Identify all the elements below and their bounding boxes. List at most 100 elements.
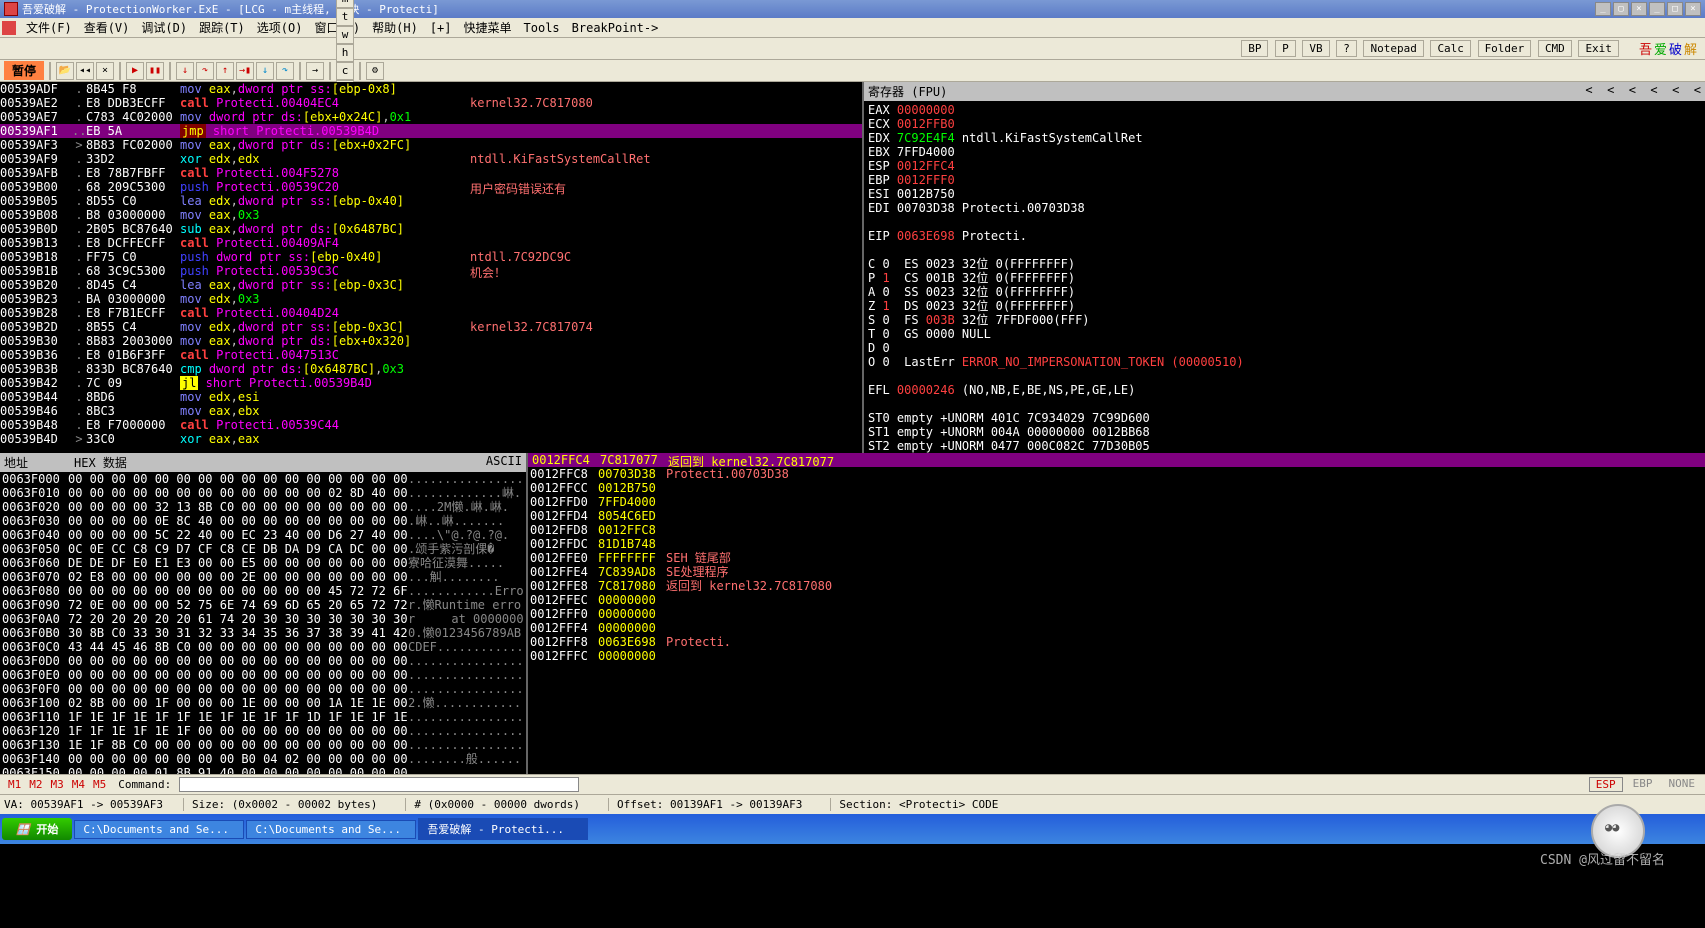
pause-icon[interactable]: ▮▮ bbox=[146, 62, 164, 80]
disasm-row[interactable]: 00539AF1..EB 5Ajmp short Protecti.00539B… bbox=[0, 124, 862, 138]
taskbar-item-1[interactable]: C:\Documents and Se... bbox=[74, 820, 244, 839]
dump-row[interactable]: 0063F14000 00 00 00 00 00 00 00 B0 04 02… bbox=[2, 752, 524, 766]
stack-row[interactable]: 0012FFE87C817080返回到 kernel32.7C817080 bbox=[530, 579, 1703, 593]
toolbar-button[interactable]: ? bbox=[1336, 40, 1357, 57]
dump-row[interactable]: 0063F0D000 00 00 00 00 00 00 00 00 00 00… bbox=[2, 654, 524, 668]
none-tag[interactable]: NONE bbox=[1663, 777, 1702, 792]
dump-row[interactable]: 0063F0C043 44 45 46 8B C0 00 00 00 00 00… bbox=[2, 640, 524, 654]
dump-row[interactable]: 0063F10002 8B 00 00 1F 00 00 00 1E 00 00… bbox=[2, 696, 524, 710]
menu-item[interactable]: 快捷菜单 bbox=[458, 19, 518, 37]
step-out-icon[interactable]: ↑ bbox=[216, 62, 234, 80]
disasm-row[interactable]: 00539B23.BA 03000000mov edx,0x3 bbox=[0, 292, 862, 306]
dump-row[interactable]: 0063F0E000 00 00 00 00 00 00 00 00 00 00… bbox=[2, 668, 524, 682]
stack-row[interactable]: 0012FFD80012FFC8 bbox=[530, 523, 1703, 537]
dump-row[interactable]: 0063F1201F 1F 1E 1F 1E 1F 00 00 00 00 00… bbox=[2, 724, 524, 738]
stack-pane[interactable]: 0012FFC4 7C817077 返回到 kernel32.7C817077 … bbox=[528, 453, 1705, 774]
view-button-m[interactable]: m bbox=[336, 0, 354, 8]
bookmark-M2[interactable]: M2 bbox=[25, 778, 46, 791]
view-button-h[interactable]: h bbox=[336, 44, 354, 62]
view-button-w[interactable]: w bbox=[336, 26, 354, 44]
goto-icon[interactable]: → bbox=[306, 62, 324, 80]
stack-row[interactable]: 0012FFE47C839AD8SE处理程序 bbox=[530, 565, 1703, 579]
pause-button[interactable]: 暂停 bbox=[4, 61, 44, 80]
esp-tag[interactable]: ESP bbox=[1589, 777, 1623, 792]
start-button[interactable]: 🪟 开始 bbox=[2, 818, 72, 840]
toolbar-button[interactable]: VB bbox=[1302, 40, 1329, 57]
dump-row[interactable]: 0063F1101F 1E 1F 1E 1F 1F 1E 1F 1E 1F 1F… bbox=[2, 710, 524, 724]
disasm-row[interactable]: 00539ADF.8B45 F8mov eax,dword ptr ss:[eb… bbox=[0, 82, 862, 96]
dump-row[interactable]: 0063F07002 E8 00 00 00 00 00 00 2E 00 00… bbox=[2, 570, 524, 584]
disasm-row[interactable]: 00539B0D.2B05 BC87640sub eax,dword ptr d… bbox=[0, 222, 862, 236]
disasm-row[interactable]: 00539B36.E8 01B6F3FFcall Protecti.004751… bbox=[0, 348, 862, 362]
ebp-tag[interactable]: EBP bbox=[1627, 777, 1659, 792]
close-button-inner[interactable]: × bbox=[1631, 2, 1647, 16]
disasm-row[interactable]: 00539B46.8BC3mov eax,ebx bbox=[0, 404, 862, 418]
dump-row[interactable]: 0063F03000 00 00 00 0E 8C 40 00 00 00 00… bbox=[2, 514, 524, 528]
disasm-row[interactable]: 00539AFB.E8 78B7FBFFcall Protecti.004F52… bbox=[0, 166, 862, 180]
dump-row[interactable]: 0063F0500C 0E CC C8 C9 D7 CF C8 CE DB DA… bbox=[2, 542, 524, 556]
disasm-row[interactable]: 00539B1B.68 3C9C5300push Protecti.00539C… bbox=[0, 264, 862, 278]
close-outer-button[interactable]: × bbox=[1685, 2, 1701, 16]
disasm-row[interactable]: 00539B28.E8 F7B1ECFFcall Protecti.00404D… bbox=[0, 306, 862, 320]
toolbar-button[interactable]: Folder bbox=[1478, 40, 1532, 57]
toolbar-button[interactable]: CMD bbox=[1538, 40, 1572, 57]
dump-row[interactable]: 0063F02000 00 00 00 32 13 8B C0 00 00 00… bbox=[2, 500, 524, 514]
disasm-row[interactable]: 00539B20.8D45 C4lea eax,dword ptr ss:[eb… bbox=[0, 278, 862, 292]
view-button-t[interactable]: t bbox=[336, 8, 354, 26]
command-input[interactable] bbox=[179, 777, 579, 792]
disasm-row[interactable]: 00539AF3>8B83 FC02000mov eax,dword ptr d… bbox=[0, 138, 862, 152]
toolbar-button[interactable]: BP bbox=[1241, 40, 1268, 57]
dump-row[interactable]: 0063F00000 00 00 00 00 00 00 00 00 00 00… bbox=[2, 472, 524, 486]
disassembly-pane[interactable]: 00539ADF.8B45 F8mov eax,dword ptr ss:[eb… bbox=[0, 82, 864, 453]
stack-row[interactable]: 0012FFFC00000000 bbox=[530, 649, 1703, 663]
stack-row[interactable]: 0012FFF400000000 bbox=[530, 621, 1703, 635]
disasm-row[interactable]: 00539B48.E8 F7000000call Protecti.00539C… bbox=[0, 418, 862, 432]
disasm-row[interactable]: 00539B18.FF75 C0push dword ptr ss:[ebp-0… bbox=[0, 250, 862, 264]
dump-row[interactable]: 0063F0F000 00 00 00 00 00 00 00 00 00 00… bbox=[2, 682, 524, 696]
toolbar-button[interactable]: P bbox=[1275, 40, 1296, 57]
minimize-button[interactable]: _ bbox=[1595, 2, 1611, 16]
run-to-icon[interactable]: →▮ bbox=[236, 62, 254, 80]
close-icon[interactable]: × bbox=[96, 62, 114, 80]
disasm-row[interactable]: 00539B42.7C 09jl short Protecti.00539B4D bbox=[0, 376, 862, 390]
restore-button[interactable]: ▢ bbox=[1613, 2, 1629, 16]
stack-row[interactable]: 0012FFF000000000 bbox=[530, 607, 1703, 621]
bookmark-M1[interactable]: M1 bbox=[4, 778, 25, 791]
menu-item[interactable]: Tools bbox=[518, 19, 566, 37]
registers-nav[interactable]: < < < < < < bbox=[1585, 83, 1701, 100]
dump-row[interactable]: 0063F0B030 8B C0 33 30 31 32 33 34 35 36… bbox=[2, 626, 524, 640]
menu-item[interactable]: 选项(O) bbox=[251, 19, 309, 37]
toolbar-button[interactable]: Exit bbox=[1578, 40, 1619, 57]
disasm-row[interactable]: 00539B3B.833D BC87640cmp dword ptr ds:[0… bbox=[0, 362, 862, 376]
stack-row[interactable]: 0012FFC800703D38Protecti.00703D38 bbox=[530, 467, 1703, 481]
disasm-row[interactable]: 00539AE7.C783 4C02000mov dword ptr ds:[e… bbox=[0, 110, 862, 124]
dump-row[interactable]: 0063F060DE DE DF E0 E1 E3 00 00 E5 00 00… bbox=[2, 556, 524, 570]
disasm-row[interactable]: 00539AF9.33D2xor edx,edxntdll.KiFastSyst… bbox=[0, 152, 862, 166]
disasm-row[interactable]: 00539B05.8D55 C0lea edx,dword ptr ss:[eb… bbox=[0, 194, 862, 208]
view-button-c[interactable]: c bbox=[336, 62, 354, 80]
dump-row[interactable]: 0063F08000 00 00 00 00 00 00 00 00 00 00… bbox=[2, 584, 524, 598]
taskbar-item-active[interactable]: 吾爱破解 - Protecti... bbox=[418, 818, 588, 840]
rewind-icon[interactable]: ◂◂ bbox=[76, 62, 94, 80]
toolbar-button[interactable]: Notepad bbox=[1363, 40, 1423, 57]
stack-row[interactable]: 0012FFE0FFFFFFFFSEH 链尾部 bbox=[530, 551, 1703, 565]
menu-item[interactable]: 查看(V) bbox=[78, 19, 136, 37]
disasm-row[interactable]: 00539B08.B8 03000000mov eax,0x3 bbox=[0, 208, 862, 222]
stack-row[interactable]: 0012FFDC81D1B748 bbox=[530, 537, 1703, 551]
minimize-outer-button[interactable]: _ bbox=[1649, 2, 1665, 16]
hex-dump-pane[interactable]: 地址 HEX 数据 ASCII 0063F00000 00 00 00 00 0… bbox=[0, 453, 528, 774]
menu-item[interactable]: BreakPoint-> bbox=[566, 19, 665, 37]
taskbar-item-2[interactable]: C:\Documents and Se... bbox=[246, 820, 416, 839]
menu-item[interactable]: 文件(F) bbox=[20, 19, 78, 37]
stack-row[interactable]: 0012FFF80063E698Protecti. bbox=[530, 635, 1703, 649]
open-icon[interactable]: 📂 bbox=[56, 62, 74, 80]
maximize-outer-button[interactable]: □ bbox=[1667, 2, 1683, 16]
dump-row[interactable]: 0063F1301E 1F 8B C0 00 00 00 00 00 00 00… bbox=[2, 738, 524, 752]
menu-item[interactable]: 跟踪(T) bbox=[193, 19, 251, 37]
toolbar-button[interactable]: Calc bbox=[1430, 40, 1471, 57]
stack-row[interactable]: 0012FFCC0012B750 bbox=[530, 481, 1703, 495]
step-into-icon[interactable]: ↓ bbox=[176, 62, 194, 80]
menu-item[interactable]: [+] bbox=[424, 19, 458, 37]
dump-row[interactable]: 0063F04000 00 00 00 5C 22 40 00 EC 23 40… bbox=[2, 528, 524, 542]
menu-item[interactable]: 调试(D) bbox=[135, 19, 193, 37]
